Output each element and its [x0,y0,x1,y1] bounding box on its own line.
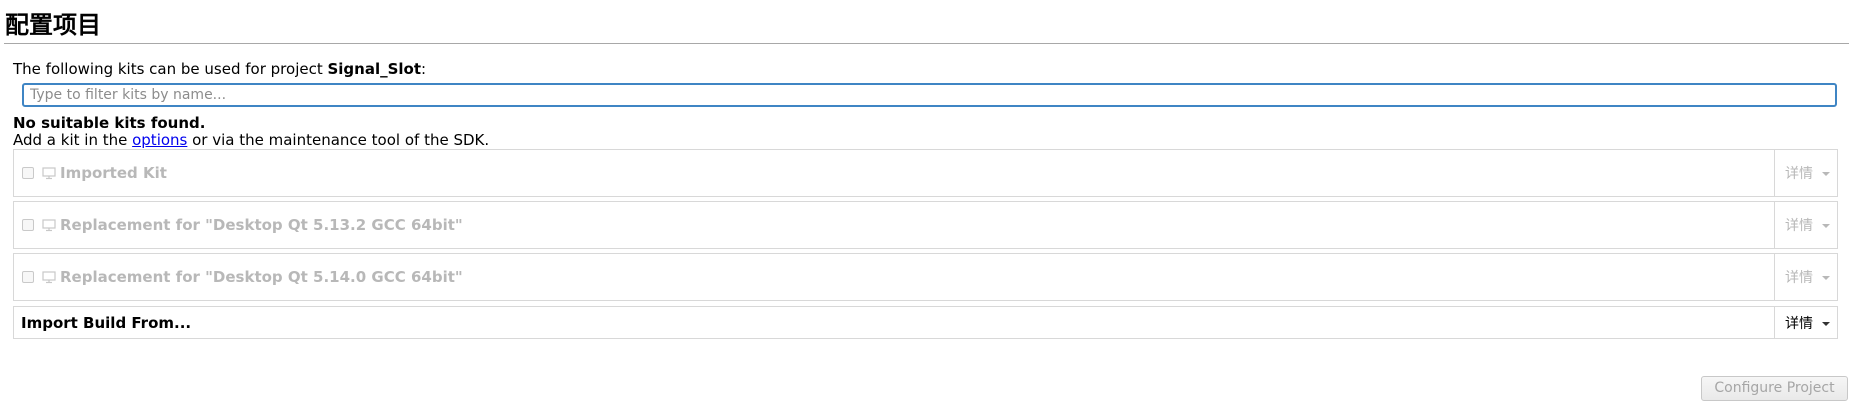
details-label: 详情 [1785,316,1813,332]
intro-suffix: : [421,60,427,78]
import-build-label: Import Build From... [21,314,192,332]
hint-suffix: or via the maintenance tool of the SDK. [187,131,490,149]
kit-row-replacement-5-14-0: Replacement for "Desktop Qt 5.14.0 GCC 6… [13,253,1838,301]
details-label: 详情 [1785,218,1813,234]
kit-label: Replacement for "Desktop Qt 5.14.0 GCC 6… [60,268,463,286]
details-button[interactable]: 详情 [1774,202,1837,248]
hint-prefix: Add a kit in the [13,131,133,149]
monitor-icon [42,271,56,284]
kit-checkbox[interactable] [22,219,34,231]
import-build-row: Import Build From... 详情 [13,306,1838,339]
title-divider [4,43,1849,44]
details-button[interactable]: 详情 [1774,150,1837,196]
chevron-down-icon [1822,322,1830,326]
chevron-down-icon [1822,172,1830,176]
page-title: 配置项目 [5,11,101,39]
kit-row-imported: Imported Kit 详情 [13,149,1838,197]
details-label: 详情 [1785,270,1813,286]
kit-label: Replacement for "Desktop Qt 5.13.2 GCC 6… [60,216,463,234]
kit-row-replacement-5-13-2: Replacement for "Desktop Qt 5.13.2 GCC 6… [13,201,1838,249]
project-name: Signal_Slot [327,60,422,78]
add-kit-hint: Add a kit in the options or via the main… [13,130,489,150]
intro-prefix: The following kits can be used for proje… [13,60,328,78]
intro-text: The following kits can be used for proje… [13,59,426,79]
details-button[interactable]: 详情 [1774,254,1837,300]
chevron-down-icon [1822,276,1830,280]
monitor-icon [42,167,56,180]
details-label: 详情 [1785,166,1813,182]
kit-filter-input[interactable] [22,83,1837,107]
configure-project-button[interactable]: Configure Project [1701,376,1848,401]
kit-checkbox[interactable] [22,271,34,283]
import-details-button[interactable]: 详情 [1774,307,1837,338]
options-link[interactable]: options [132,131,187,149]
kit-checkbox[interactable] [22,167,34,179]
kit-label: Imported Kit [60,164,167,182]
chevron-down-icon [1822,224,1830,228]
monitor-icon [42,219,56,232]
